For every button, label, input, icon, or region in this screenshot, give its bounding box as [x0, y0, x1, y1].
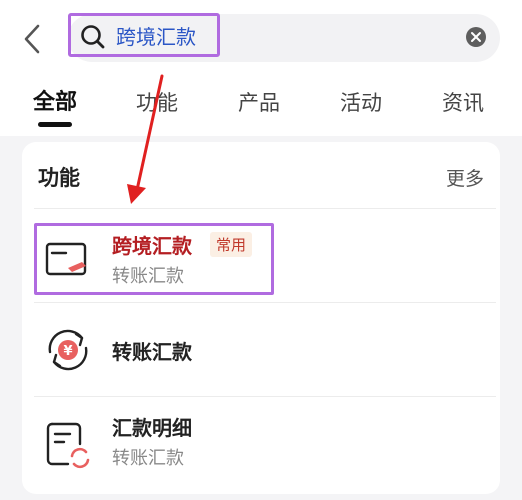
tab-products[interactable]: 产品 [238, 90, 280, 116]
result-item-remittance-details[interactable]: 汇款明细 转账汇款 [22, 398, 500, 490]
result-item-transfer-remittance[interactable]: ¥ 转账汇款 [22, 304, 500, 394]
result-title: 转账汇款 [112, 340, 192, 364]
clear-button[interactable] [466, 27, 486, 47]
svg-text:¥: ¥ [63, 344, 72, 359]
divider [34, 208, 496, 209]
back-button[interactable] [18, 22, 48, 56]
search-field[interactable]: 跨境汇款 [68, 13, 500, 62]
result-item-cross-border-remittance[interactable]: 跨境汇款 常用 转账汇款 [22, 222, 500, 302]
tab-activities[interactable]: 活动 [340, 90, 382, 116]
result-subtitle: 转账汇款 [112, 448, 184, 469]
active-tab-indicator [38, 122, 72, 127]
search-icon [81, 25, 105, 49]
result-title: 跨境汇款 [112, 234, 192, 258]
section-title: 功能 [38, 166, 80, 190]
close-icon [471, 32, 481, 42]
result-title: 汇款明细 [112, 416, 192, 440]
search-input[interactable]: 跨境汇款 [116, 24, 196, 50]
divider [34, 302, 496, 303]
tab-features[interactable]: 功能 [136, 90, 178, 116]
result-subtitle: 转账汇款 [112, 266, 184, 287]
category-tabs: 全部 功能 产品 活动 资讯 [0, 76, 522, 136]
divider [34, 396, 496, 397]
chevron-left-icon [24, 24, 40, 54]
tab-all[interactable]: 全部 [33, 90, 77, 116]
top-bar: 跨境汇款 [0, 0, 522, 76]
features-section: 功能 更多 跨境汇款 常用 转账汇款 ¥ 转账汇款 汇款明细 转账汇款 [22, 142, 500, 494]
document-refresh-icon [46, 422, 90, 469]
tab-news[interactable]: 资讯 [442, 90, 484, 116]
yuan-exchange-icon: ¥ [48, 329, 88, 371]
frequent-badge: 常用 [210, 232, 253, 257]
more-link[interactable]: 更多 [446, 164, 484, 191]
remittance-card-icon [45, 242, 87, 276]
